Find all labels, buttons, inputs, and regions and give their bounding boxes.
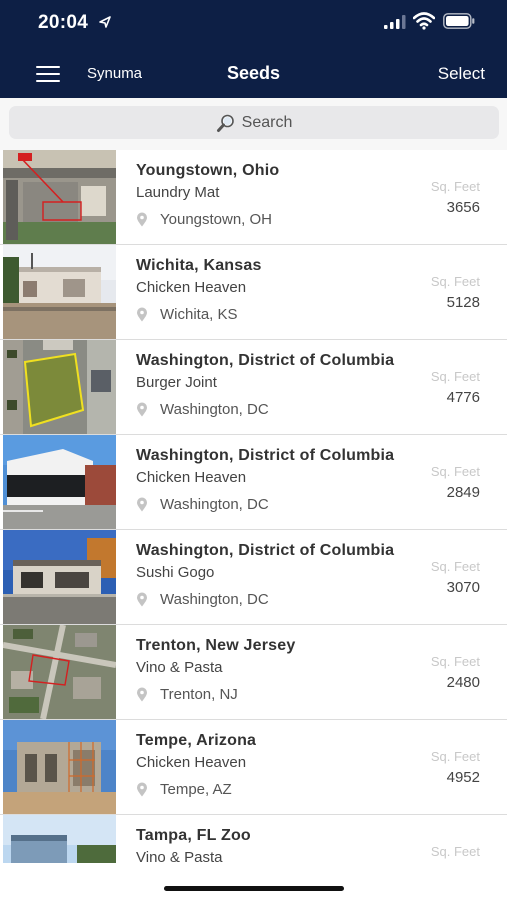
property-thumbnail (3, 625, 116, 719)
search-placeholder: Search (241, 113, 293, 131)
seed-location: Washington, DC (160, 401, 269, 418)
search-icon (216, 114, 234, 132)
sq-feet-label: Sq. Feet (430, 654, 480, 669)
seed-business: Vino & Pasta (136, 659, 223, 676)
seed-business: Chicken Heaven (136, 754, 247, 771)
sq-feet-value: 4776 (446, 389, 480, 406)
property-thumbnail (3, 340, 116, 434)
seed-business: Burger Joint (136, 374, 217, 391)
list-item[interactable]: Tempe, Arizona Chicken Heaven Tempe, AZ … (0, 720, 507, 815)
white-building-image (3, 435, 116, 529)
seed-location: Tempe, AZ (160, 781, 232, 798)
map-pin-icon (137, 212, 147, 227)
seed-business: Sushi Gogo (136, 564, 215, 581)
brand-label[interactable]: Synuma (87, 65, 142, 82)
search-area: Search (0, 98, 507, 150)
seed-business: Chicken Heaven (136, 279, 247, 296)
property-thumbnail (3, 530, 116, 624)
map-pin-icon (137, 307, 147, 322)
home-indicator-area (0, 863, 507, 900)
seed-business: Laundry Mat (136, 184, 220, 201)
sq-feet-value: 4952 (446, 769, 480, 786)
aerial-parking-image (3, 150, 116, 244)
seed-city: Trenton, New Jersey (136, 637, 296, 654)
sq-feet-value: 3656 (446, 199, 480, 216)
street-building-image (3, 245, 116, 339)
seed-city: Youngstown, Ohio (136, 162, 280, 179)
status-time: 20:04 (38, 12, 89, 33)
property-thumbnail (3, 245, 116, 339)
map-pin-icon (137, 687, 147, 702)
list-item[interactable]: Tampa, FL Zoo Vino & Pasta Sq. Feet (0, 815, 507, 863)
seed-city: Washington, District of Columbia (136, 542, 395, 559)
sq-feet-label: Sq. Feet (430, 179, 480, 194)
seed-location: Trenton, NJ (160, 686, 238, 703)
property-thumbnail (3, 150, 116, 244)
cellular-signal-icon (384, 15, 406, 29)
map-pin-icon (137, 497, 147, 512)
sq-feet-value: 3070 (446, 579, 480, 596)
list-item[interactable]: Washington, District of Columbia Burger … (0, 340, 507, 435)
aerial-grid-image (3, 625, 116, 719)
seed-city: Tampa, FL Zoo (136, 827, 251, 844)
sq-feet-label: Sq. Feet (430, 749, 480, 764)
map-pin-icon (137, 782, 147, 797)
seed-list: Youngstown, Ohio Laundry Mat Youngstown,… (0, 150, 507, 863)
list-item[interactable]: Wichita, Kansas Chicken Heaven Wichita, … (0, 245, 507, 340)
list-item[interactable]: Washington, District of Columbia Chicken… (0, 435, 507, 530)
seed-location: Youngstown, OH (160, 211, 273, 228)
seed-business: Vino & Pasta (136, 849, 223, 863)
property-thumbnail (3, 815, 116, 863)
seed-city: Washington, District of Columbia (136, 352, 395, 369)
property-thumbnail (3, 435, 116, 529)
property-thumbnail (3, 720, 116, 814)
seed-business: Chicken Heaven (136, 469, 247, 486)
map-pin-icon (137, 592, 147, 607)
location-arrow-icon (99, 16, 111, 28)
list-item[interactable]: Youngstown, Ohio Laundry Mat Youngstown,… (0, 150, 507, 245)
select-button[interactable]: Select (438, 64, 485, 84)
search-input[interactable]: Search (9, 106, 499, 139)
wifi-icon (413, 12, 435, 30)
aerial-lot-image (3, 340, 116, 434)
seed-location: Washington, DC (160, 591, 269, 608)
seed-city: Washington, District of Columbia (136, 447, 395, 464)
nav-bar: Synuma Seeds Select (0, 48, 507, 98)
construction-image (3, 720, 116, 814)
sq-feet-label: Sq. Feet (430, 559, 480, 574)
strip-mall-image (3, 530, 116, 624)
sq-feet-label: Sq. Feet (430, 274, 480, 289)
sq-feet-label: Sq. Feet (430, 369, 480, 384)
seed-location: Washington, DC (160, 496, 269, 513)
map-pin-icon (137, 402, 147, 417)
status-bar: 20:04 (0, 0, 507, 48)
list-item[interactable]: Trenton, New Jersey Vino & Pasta Trenton… (0, 625, 507, 720)
app-header: 20:04 Synuma Seeds Select (0, 0, 507, 98)
seed-city: Tempe, Arizona (136, 732, 257, 749)
sq-feet-value: 2849 (446, 484, 480, 501)
sky-building-image (3, 815, 116, 863)
battery-icon (443, 13, 475, 29)
sq-feet-label: Sq. Feet (430, 464, 480, 479)
sq-feet-label: Sq. Feet (430, 844, 480, 859)
seed-location: Wichita, KS (160, 306, 238, 323)
seed-city: Wichita, Kansas (136, 257, 262, 274)
hamburger-menu-icon[interactable] (36, 62, 62, 84)
home-indicator[interactable] (164, 886, 344, 891)
page-title: Seeds (226, 63, 281, 83)
list-item[interactable]: Washington, District of Columbia Sushi G… (0, 530, 507, 625)
sq-feet-value: 5128 (446, 294, 480, 311)
sq-feet-value: 2480 (446, 674, 480, 691)
